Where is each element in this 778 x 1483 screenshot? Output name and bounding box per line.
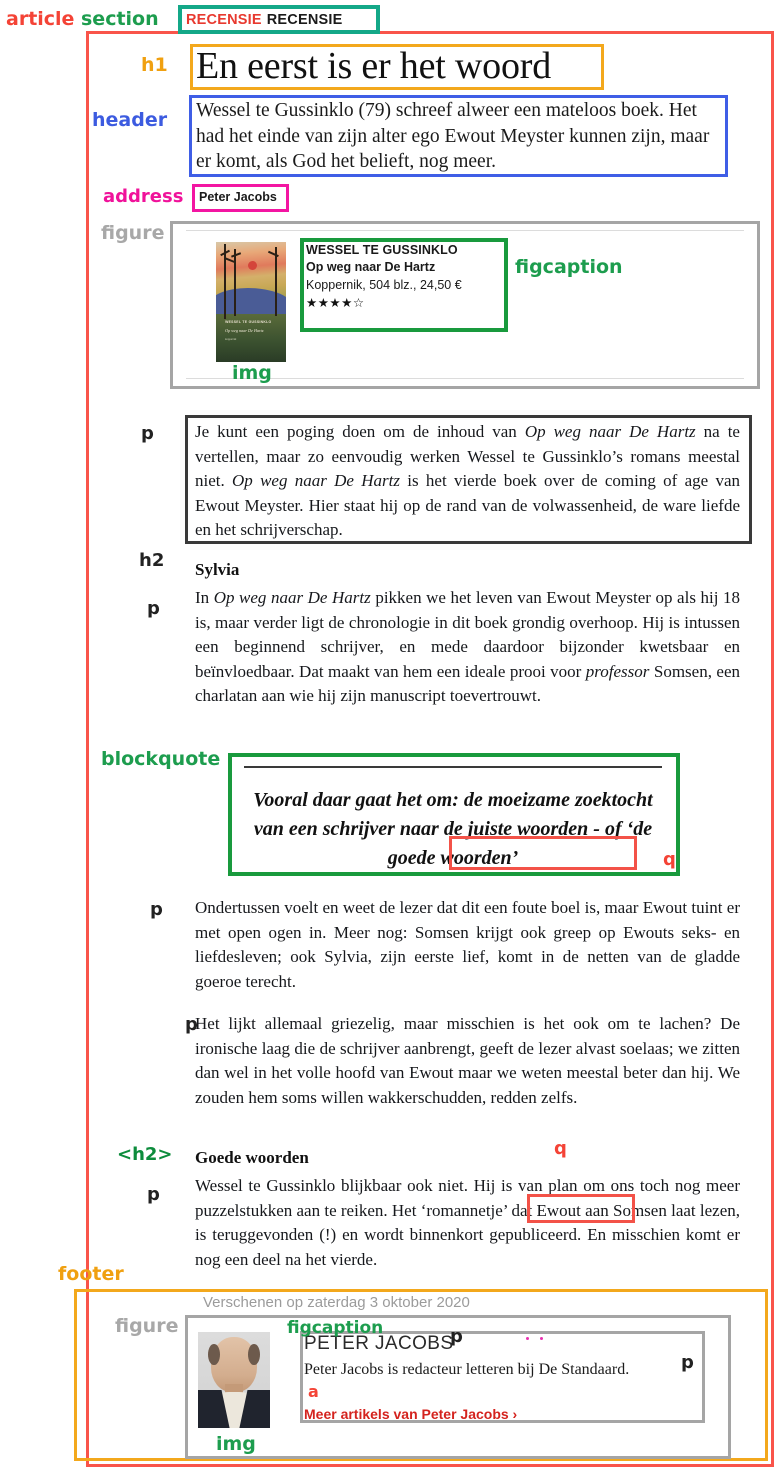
annotated-article-page: RECENSIE RECENSIE En eerst is er het woo… [0,0,778,1483]
anno-box-p1 [185,415,752,544]
anno-label-a: a [308,1382,319,1401]
anno-label-footer-figcaption: figcaption [287,1318,384,1338]
anno-box-section [178,5,380,34]
anno-label-p2: p [147,598,160,619]
anno-label-figure: figure [101,222,165,244]
anno-label-article: article [6,8,75,30]
anno-label-footer-p2: p [681,1352,694,1373]
anno-label-address: address [103,186,184,207]
anno-box-address [192,184,289,212]
anno-label-section: section [81,8,159,30]
anno-label-h2-angle: <h2> [117,1144,173,1165]
anno-label-img: img [232,362,272,384]
anno-label-h1: h1 [141,54,168,76]
anno-label-p3: p [150,899,163,920]
anno-label-p5: p [147,1184,160,1205]
anno-label-footer-figure: figure [115,1315,179,1337]
anno-label-q-quote: q [663,849,676,870]
anno-box-q-romannetje [527,1194,635,1223]
anno-box-figcaption [300,238,508,332]
anno-label-footer-p1: p [450,1326,463,1347]
anno-label-blockquote: blockquote [101,748,221,770]
anno-box-h1 [190,44,604,90]
anno-box-header [189,95,728,177]
anno-label-figcaption: figcaption [515,256,623,278]
anno-label-header: header [92,109,168,131]
anno-label-footer: footer [58,1263,124,1285]
anno-box-q-quote [449,836,637,870]
anno-label-p4: p [185,1014,198,1035]
anno-box-footer-figcaption [300,1331,705,1423]
anno-label-footer-img: img [216,1433,256,1455]
anno-label-p1: p [141,423,154,444]
anno-label-q-romannetje: q [554,1138,567,1159]
anno-label-h2-sylvia: h2 [139,550,165,571]
